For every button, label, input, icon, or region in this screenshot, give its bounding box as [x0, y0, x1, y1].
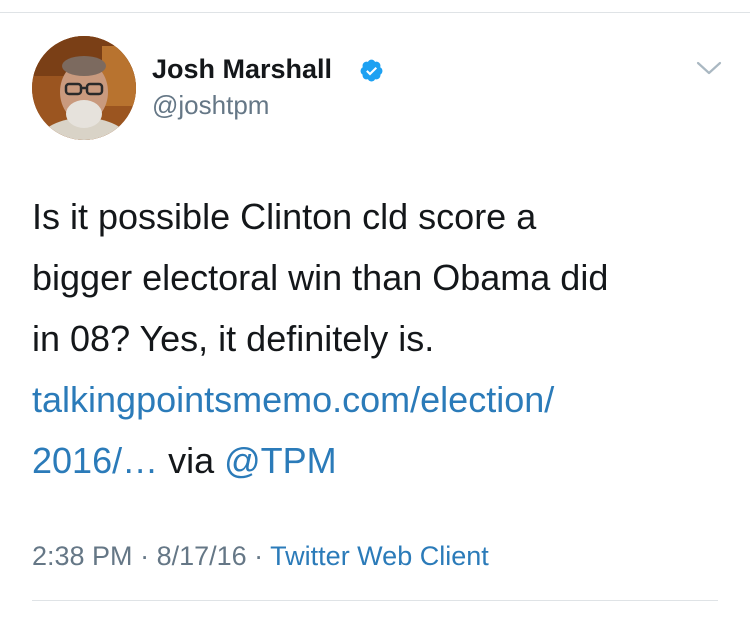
- meta-separator: ·: [246, 541, 271, 571]
- bottom-divider: [32, 600, 718, 601]
- tweet-metadata: 2:38 PM · 8/17/16 · Twitter Web Client: [32, 538, 489, 574]
- avatar[interactable]: [32, 36, 136, 140]
- chevron-down-icon[interactable]: [695, 58, 723, 78]
- tweet-text-line: bigger electoral win than Obama did: [32, 257, 609, 298]
- tweet-text-line: Is it possible Clinton cld score a: [32, 196, 537, 237]
- verified-badge-icon: [360, 59, 383, 82]
- tweet-date: 8/17/16: [156, 541, 247, 571]
- tweet-text-line: in 08? Yes, it definitely is.: [32, 318, 435, 359]
- mention-link[interactable]: @TPM: [224, 440, 337, 481]
- author-handle[interactable]: @joshtpm: [152, 89, 269, 121]
- tweet-text: Is it possible Clinton cld score a bigge…: [32, 186, 732, 491]
- tweet-url-link[interactable]: talkingpointsmemo.com/election/: [32, 379, 554, 420]
- tweet-url-link-continued[interactable]: 2016/…: [32, 440, 158, 481]
- top-divider: [0, 12, 750, 13]
- tweet-time: 2:38 PM: [32, 541, 133, 571]
- tweet-source-link[interactable]: Twitter Web Client: [270, 541, 489, 571]
- via-text: via: [158, 440, 225, 481]
- meta-separator: ·: [132, 541, 157, 571]
- avatar-photo: [32, 36, 136, 140]
- author-display-name[interactable]: Josh Marshall: [152, 53, 332, 85]
